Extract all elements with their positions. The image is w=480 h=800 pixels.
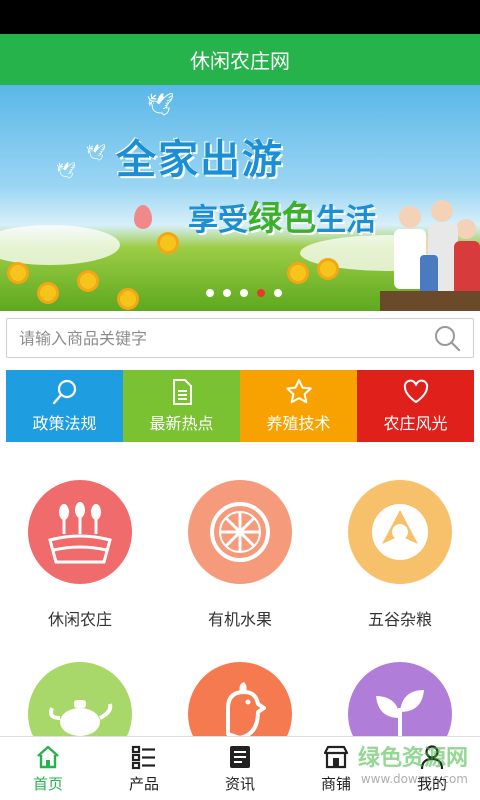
- tab-label: 首页: [32, 774, 63, 793]
- banner-subline-green: 绿色: [248, 199, 316, 239]
- list-icon: [131, 745, 155, 769]
- tab-label: 我的: [416, 774, 447, 793]
- category-hot-news[interactable]: 最新热点: [123, 370, 240, 442]
- sunflower-icon: [80, 273, 96, 289]
- category-label: 政策法规: [32, 414, 97, 433]
- search-icon[interactable]: [433, 324, 461, 352]
- title-bar: 休闲农庄网: [0, 34, 480, 85]
- grid-item-grain[interactable]: 五谷杂粮: [320, 480, 480, 630]
- category-breeding[interactable]: 养殖技术: [240, 370, 357, 442]
- family-photo: [380, 200, 480, 311]
- tab-shop[interactable]: 商铺: [288, 737, 384, 800]
- tab-mine[interactable]: 我的: [384, 737, 480, 800]
- home-icon: [37, 745, 59, 768]
- grain-icon: [348, 480, 452, 584]
- sunflower-icon: [120, 291, 136, 307]
- carousel-dot[interactable]: [257, 289, 265, 297]
- tab-label: 产品: [128, 774, 159, 793]
- banner-subline-prefix: 享受: [188, 203, 248, 238]
- grid-item-farm[interactable]: 休闲农庄: [0, 480, 160, 630]
- grid-item-label: 休闲农庄: [47, 610, 112, 629]
- carousel-dot[interactable]: [206, 289, 214, 297]
- search-input[interactable]: [19, 328, 433, 348]
- dove-icon: 🕊: [146, 93, 174, 118]
- sunflower-icon: [160, 235, 176, 251]
- tab-label: 资讯: [224, 774, 255, 793]
- carousel-dot[interactable]: [223, 289, 231, 297]
- shop-icon: [323, 745, 349, 768]
- tab-label: 商铺: [320, 774, 351, 793]
- grid-item-label: 有机水果: [207, 610, 272, 629]
- sunflower-icon: [40, 285, 56, 301]
- status-bar: [0, 0, 480, 34]
- page-title: 休闲农庄网: [190, 49, 290, 73]
- search-bar[interactable]: [6, 318, 474, 358]
- banner-subline: 享受绿色生活: [188, 191, 376, 240]
- news-icon: [230, 745, 250, 768]
- category-policy[interactable]: 政策法规: [6, 370, 123, 442]
- category-scenery[interactable]: 农庄风光: [357, 370, 474, 442]
- tab-home[interactable]: 首页: [0, 737, 96, 800]
- tab-news[interactable]: 资讯: [192, 737, 288, 800]
- category-label: 养殖技术: [266, 414, 331, 433]
- farm-icon: [28, 480, 132, 584]
- document-icon: [172, 379, 192, 405]
- heart-icon: [403, 379, 428, 403]
- user-icon: [420, 744, 444, 769]
- balloon-icon: [134, 205, 152, 229]
- dove-icon: 🕊: [56, 161, 77, 180]
- dove-icon: 🕊: [86, 143, 107, 162]
- banner-subline-suffix: 生活: [316, 203, 376, 238]
- bottom-tab-bar: 首页 产品 资讯 商铺 我的 绿色资源网 www.downcc.com: [0, 736, 480, 800]
- grid-item-label: 五谷杂粮: [367, 610, 432, 629]
- banner-headline: 全家出游: [116, 137, 284, 183]
- sunflower-icon: [10, 265, 26, 281]
- banner-carousel[interactable]: 🕊 🕊 🕊 全家出游 享受绿色生活: [0, 85, 480, 311]
- search-icon: [52, 379, 76, 405]
- carousel-dot[interactable]: [240, 289, 248, 297]
- tab-products[interactable]: 产品: [96, 737, 192, 800]
- cloud-decoration: [0, 225, 120, 265]
- star-icon: [285, 379, 312, 404]
- category-bar: 政策法规 最新热点 养殖技术 农庄风光: [6, 370, 474, 442]
- category-label: 最新热点: [149, 414, 214, 433]
- carousel-dot[interactable]: [274, 289, 282, 297]
- grid-item-fruit[interactable]: 有机水果: [160, 480, 320, 630]
- sunflower-icon: [320, 261, 336, 277]
- orange-slice-icon: [188, 480, 292, 584]
- category-label: 农庄风光: [383, 414, 448, 433]
- carousel-indicator[interactable]: [206, 289, 282, 297]
- sunflower-icon: [290, 265, 306, 281]
